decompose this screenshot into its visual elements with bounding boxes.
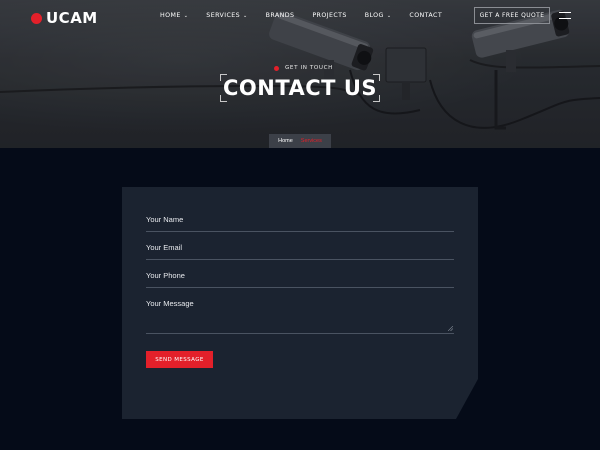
hamburger-line xyxy=(559,18,571,19)
phone-placeholder: Your Phone xyxy=(146,271,185,280)
breadcrumb-home-link[interactable]: Home xyxy=(278,138,293,144)
page-title: CONTACT US xyxy=(222,76,377,100)
nav-item-contact[interactable]: CONTACT xyxy=(409,12,442,19)
nav-item-services[interactable]: SERVICES ⌄ xyxy=(206,12,247,19)
send-message-button[interactable]: SEND MESSAGE xyxy=(146,351,213,368)
nav-item-home[interactable]: HOME ⌄ xyxy=(160,12,188,19)
get-quote-button[interactable]: GET A FREE QUOTE xyxy=(474,7,550,24)
hero-subtitle: GET IN TOUCH xyxy=(274,65,333,71)
hamburger-line xyxy=(559,12,571,13)
name-placeholder: Your Name xyxy=(146,215,184,224)
nav-label: SERVICES xyxy=(206,12,241,19)
resize-handle-icon[interactable] xyxy=(448,326,453,331)
message-field[interactable]: Your Message xyxy=(146,299,454,334)
hero-title-frame: CONTACT US xyxy=(220,74,380,102)
message-placeholder: Your Message xyxy=(146,299,194,308)
hero-banner: UCAM HOME ⌄ SERVICES ⌄ BRANDS PROJECTS BLO… xyxy=(0,0,600,148)
logo[interactable]: UCAM xyxy=(31,9,98,27)
breadcrumb-current: Services xyxy=(300,138,322,144)
nav-item-brands[interactable]: BRANDS xyxy=(266,12,295,19)
nav-label: HOME xyxy=(160,12,181,19)
name-field[interactable]: Your Name xyxy=(146,215,454,232)
top-navigation: UCAM HOME ⌄ SERVICES ⌄ BRANDS PROJECTS BLO… xyxy=(0,0,600,32)
email-field[interactable]: Your Email xyxy=(146,243,454,260)
chevron-down-icon: ⌄ xyxy=(183,12,189,19)
hero-subtitle-text: GET IN TOUCH xyxy=(285,65,333,71)
nav-label: BRANDS xyxy=(265,12,295,19)
main-menu: HOME ⌄ SERVICES ⌄ BRANDS PROJECTS BLOG ⌄ CO… xyxy=(160,12,460,19)
email-placeholder: Your Email xyxy=(146,243,182,252)
nav-label: PROJECTS xyxy=(312,12,347,19)
nav-label: BLOG xyxy=(364,12,384,19)
logo-dot-icon xyxy=(31,12,42,24)
logo-text: UCAM xyxy=(46,9,98,27)
nav-item-projects[interactable]: PROJECTS xyxy=(312,12,346,19)
dot-icon xyxy=(274,65,279,71)
contact-form: Your Name Your Email Your Phone Your Mes… xyxy=(122,187,478,419)
nav-label: CONTACT xyxy=(409,12,443,19)
phone-field[interactable]: Your Phone xyxy=(146,271,454,288)
breadcrumb: Home Services xyxy=(269,134,331,148)
chevron-down-icon: ⌄ xyxy=(243,12,248,19)
chevron-down-icon: ⌄ xyxy=(386,12,392,19)
nav-item-blog[interactable]: BLOG ⌄ xyxy=(365,12,392,19)
hamburger-icon[interactable] xyxy=(559,12,571,19)
